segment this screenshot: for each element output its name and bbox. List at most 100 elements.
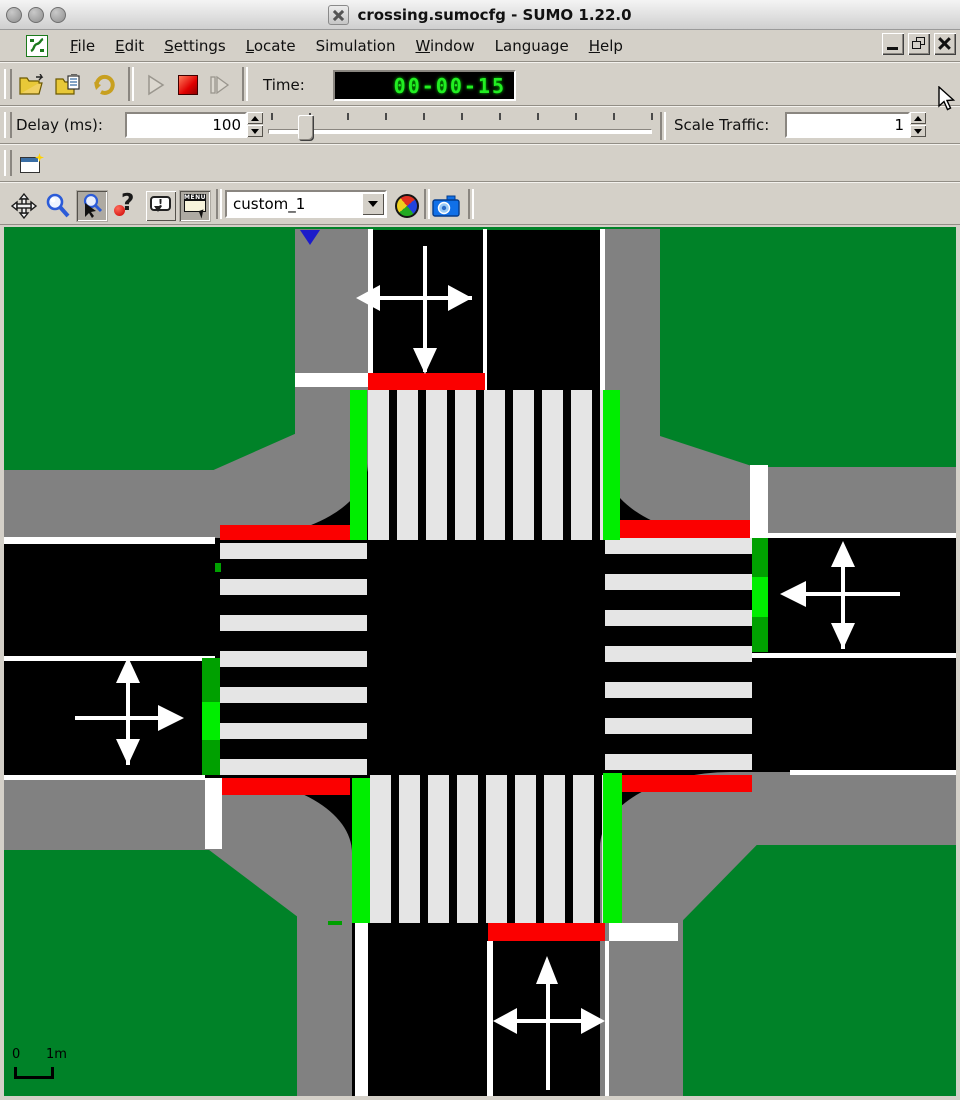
scale-one-label: 1m xyxy=(46,1047,67,1062)
sidewalk-crossing xyxy=(609,923,678,941)
delay-input[interactable] xyxy=(125,112,247,138)
open-config-button[interactable] xyxy=(16,69,48,101)
delay-spin-down[interactable] xyxy=(247,125,263,137)
view-scheme-value: custom_1 xyxy=(227,195,362,213)
time-display: 00-00-15 xyxy=(333,70,516,101)
road-marking xyxy=(4,775,205,780)
stop-line-west-bottom xyxy=(222,778,350,795)
open-network-button[interactable] xyxy=(52,69,84,101)
camera-icon xyxy=(432,194,460,218)
signal-green-north-right xyxy=(603,390,620,540)
new-view-button[interactable] xyxy=(16,148,48,180)
scale-spinner xyxy=(910,112,926,137)
reload-button[interactable] xyxy=(88,69,120,101)
menu-edit[interactable]: Edit xyxy=(105,33,154,59)
grass-nw xyxy=(4,229,295,470)
road-marking xyxy=(4,537,215,544)
title-bar: crossing.sumocfg - SUMO 1.22.0 xyxy=(0,0,960,30)
edit-coloring-button[interactable] xyxy=(391,190,423,222)
recenter-view-button[interactable] xyxy=(8,190,40,222)
scale-spin-down[interactable] xyxy=(910,125,926,137)
menu-help[interactable]: Help xyxy=(579,33,633,59)
delay-slider-thumb[interactable] xyxy=(298,115,314,141)
popup-menu-toggle[interactable]: MENU xyxy=(179,190,211,222)
scale-traffic-input[interactable] xyxy=(785,112,910,138)
step-icon xyxy=(209,74,231,96)
menu-file[interactable]: File xyxy=(60,33,105,59)
zoom-button[interactable] xyxy=(42,190,74,222)
menu-language[interactable]: Language xyxy=(485,33,579,59)
step-button[interactable] xyxy=(204,69,236,101)
toolbar-grip[interactable] xyxy=(4,150,12,176)
menu-locate[interactable]: Locate xyxy=(236,33,306,59)
reload-icon xyxy=(92,73,116,97)
crosswalk-east xyxy=(605,538,752,770)
crosswalk-north xyxy=(368,390,604,540)
delay-slider[interactable] xyxy=(268,129,652,134)
delay-slider-ticks xyxy=(271,113,653,120)
signal-green-south-right xyxy=(603,773,622,923)
grass-ne xyxy=(660,229,956,467)
play-button[interactable] xyxy=(140,69,172,101)
view-scheme-dropdown-button[interactable] xyxy=(362,193,384,215)
road-marking xyxy=(790,770,956,775)
recenter-arrows-icon xyxy=(11,193,37,219)
locate-help-button[interactable]: ? xyxy=(110,190,142,222)
road-marking xyxy=(752,653,956,658)
stop-line-west-top xyxy=(220,525,352,540)
stop-icon xyxy=(178,75,198,95)
chevron-down-icon xyxy=(368,201,378,207)
road-marking xyxy=(4,656,215,661)
road-marking xyxy=(355,923,368,1096)
road-marking xyxy=(768,533,956,538)
signal-green-north-left xyxy=(350,390,367,540)
delay-spinner xyxy=(247,112,263,137)
menu-window[interactable]: Window xyxy=(405,33,484,59)
road-marking xyxy=(600,229,605,390)
stop-button[interactable] xyxy=(172,69,204,101)
grass-se xyxy=(683,845,956,1096)
snapshot-button[interactable] xyxy=(430,190,462,222)
crosswalk-south xyxy=(370,775,605,923)
menu-window-icon: MENU xyxy=(183,194,207,218)
menu-settings[interactable]: Settings xyxy=(154,33,236,59)
delay-spin-up[interactable] xyxy=(247,112,263,124)
scale-traffic-label: Scale Traffic: xyxy=(674,116,769,134)
minimize-button[interactable] xyxy=(882,33,904,55)
signal-tick xyxy=(328,921,342,925)
toolbar-file-sim: Time: 00-00-15 xyxy=(0,62,960,106)
stop-line-east-top xyxy=(620,520,750,538)
toolbar-grip[interactable] xyxy=(4,69,12,99)
minimize-icon xyxy=(887,47,898,50)
sidewalk-crossing xyxy=(295,373,368,387)
color-wheel-icon xyxy=(395,194,419,218)
stop-line-east-bottom xyxy=(622,775,752,792)
signal-tick xyxy=(215,563,221,572)
signal-green-east xyxy=(752,577,768,617)
time-label: Time: xyxy=(263,76,305,94)
new-view-window-icon xyxy=(20,153,44,175)
view-scheme-select[interactable]: custom_1 xyxy=(225,190,387,218)
scale-spin-up[interactable] xyxy=(910,112,926,124)
toolbar-delay-scale: Delay (ms): Scale Traffic: xyxy=(0,106,960,144)
stop-line-north xyxy=(368,373,485,390)
play-icon xyxy=(146,74,166,96)
restore-button[interactable] xyxy=(908,33,930,55)
mouse-cursor xyxy=(938,86,956,112)
window-title: crossing.sumocfg - SUMO 1.22.0 xyxy=(357,6,631,24)
road-marking xyxy=(605,941,609,1096)
close-button[interactable] xyxy=(934,33,956,55)
open-network-folder-icon xyxy=(55,74,81,96)
toolbar-grip[interactable] xyxy=(4,112,12,138)
delay-label: Delay (ms): xyxy=(16,116,103,134)
time-value: 00-00-15 xyxy=(394,74,506,98)
network-scene: 0 1m xyxy=(4,227,956,1096)
road-marking xyxy=(483,229,487,390)
tooltip-toggle-button[interactable]: ! xyxy=(145,190,177,222)
simulation-viewport[interactable]: 0 1m xyxy=(0,225,960,1100)
zoom-style-toggle[interactable] xyxy=(76,190,108,222)
question-locate-icon: ? xyxy=(114,193,138,219)
magnifier-cursor-icon xyxy=(79,193,105,219)
signal-green-west xyxy=(202,740,220,775)
menu-simulation[interactable]: Simulation xyxy=(306,33,406,59)
